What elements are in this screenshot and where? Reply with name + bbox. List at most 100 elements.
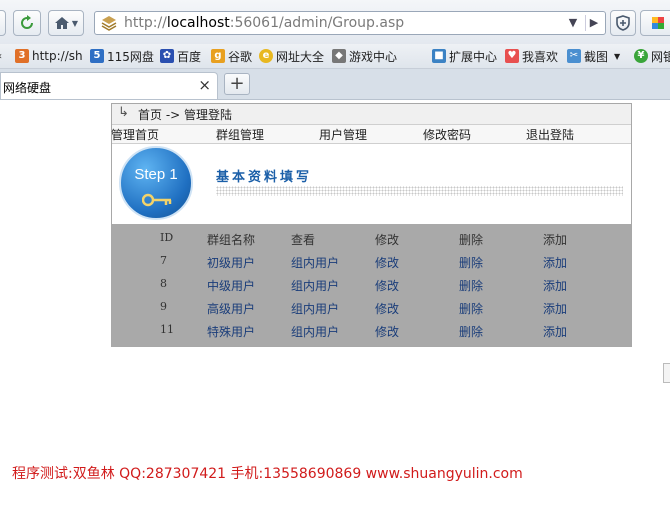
header-id: ID <box>160 231 174 244</box>
new-tab-button[interactable]: + <box>224 73 250 95</box>
dotted-divider <box>216 186 623 196</box>
header-edit: 修改 <box>375 233 400 247</box>
address-bar[interactable]: http://localhost:56061/admin/Group.asp ▼… <box>94 11 606 35</box>
table-row: 11 特殊用户 组内用户 修改 删除 添加 <box>112 320 631 342</box>
delete-link[interactable]: 删除 <box>459 254 483 271</box>
step-title: 基本资料填写 <box>216 170 313 185</box>
edit-link[interactable]: 修改 <box>375 323 399 340</box>
view-members-link[interactable]: 组内用户 <box>291 277 339 294</box>
edit-link[interactable]: 修改 <box>375 277 399 294</box>
bookmark-site-icon: 3 <box>15 49 29 63</box>
bookmark-item-9[interactable]: ✂ 截图 ▼ <box>567 47 620 65</box>
breadcrumb-text: 首页 -> 管理登陆 <box>138 108 233 122</box>
home-icon <box>54 17 69 29</box>
delete-link[interactable]: 删除 <box>459 277 483 294</box>
cell-group-name[interactable]: 中级用户 <box>207 277 255 294</box>
bookmark-label: 115网盘 <box>107 49 154 64</box>
cube-icon: ■ <box>432 49 446 63</box>
tab-active[interactable]: 网络硬盘 × <box>0 72 218 99</box>
globe-icon: e <box>259 49 273 63</box>
edit-link[interactable]: 修改 <box>375 300 399 317</box>
home-button[interactable]: ▼ <box>48 10 84 36</box>
header-add: 添加 <box>543 233 568 247</box>
refresh-button[interactable] <box>13 10 41 36</box>
cell-id: 7 <box>160 254 167 267</box>
google-icon: g <box>211 49 225 63</box>
admin-menu: 管理首页 群组管理 用户管理 修改密码 退出登陆 <box>111 125 631 144</box>
heart-icon: ♥ <box>505 49 519 63</box>
chevron-down-icon: ▼ <box>614 51 621 61</box>
chevron-down-icon: ▼ <box>71 18 79 28</box>
gamepad-icon: ◆ <box>332 49 346 63</box>
url-path: :56061/admin/Group.asp <box>229 15 405 31</box>
return-arrow-icon: ↳ <box>118 105 129 120</box>
bookmark-label: 游戏中心 <box>349 49 398 64</box>
view-members-link[interactable]: 组内用户 <box>291 300 339 317</box>
bookmark-item-7[interactable]: ■ 扩展中心 <box>432 47 497 65</box>
bookmark-item-4[interactable]: g 谷歌 <box>211 47 252 65</box>
delete-link[interactable]: 删除 <box>459 323 483 340</box>
admin-frame: ↳ 首页 -> 管理登陆 管理首页 群组管理 用户管理 修改密码 退出登陆 St… <box>111 103 632 347</box>
url-prefix: http:// <box>124 15 167 31</box>
add-link[interactable]: 添加 <box>543 254 567 271</box>
tab-bar: 网络硬盘 × + <box>0 69 670 100</box>
view-members-link[interactable]: 组内用户 <box>291 254 339 271</box>
side-scroll-handle[interactable] <box>663 363 670 383</box>
cell-group-name[interactable]: 高级用户 <box>207 300 255 317</box>
table-row: 7 初级用户 组内用户 修改 删除 添加 <box>112 251 631 273</box>
bookmark-item-6[interactable]: ◆ 游戏中心 <box>332 47 397 65</box>
header-delete: 删除 <box>459 233 484 247</box>
paw-icon: ✿ <box>160 49 174 63</box>
bookmark-label: 我喜欢 <box>522 49 559 64</box>
bank-icon: ¥ <box>634 49 648 63</box>
menu-item-logout[interactable]: 退出登陆 <box>526 126 574 143</box>
table-header: ID 群组名称 查看 修改 删除 添加 <box>112 228 631 250</box>
header-view: 查看 <box>291 233 316 247</box>
bookmark-item-1[interactable]: 3 http://sh <box>15 47 83 65</box>
url-dropdown-icon[interactable]: ▼ <box>565 15 581 31</box>
close-icon[interactable]: × <box>198 76 211 94</box>
table-row: 9 高级用户 组内用户 修改 删除 添加 <box>112 297 631 319</box>
bookmark-label: 谷歌 <box>228 49 253 64</box>
grid-icon <box>652 17 664 29</box>
extension-button[interactable] <box>640 10 670 36</box>
go-arrow-icon[interactable]: ▶ <box>585 15 602 31</box>
bookmark-label: 网银 <box>651 49 670 64</box>
refresh-icon <box>21 15 33 29</box>
back-button[interactable] <box>0 10 6 36</box>
menu-item-users[interactable]: 用户管理 <box>319 126 367 143</box>
view-members-link[interactable]: 组内用户 <box>291 323 339 340</box>
bookmark-item-2[interactable]: 5 115网盘 <box>90 47 154 65</box>
add-link[interactable]: 添加 <box>543 323 567 340</box>
menu-item-home[interactable]: 管理首页 <box>111 126 159 143</box>
scissors-icon: ✂ <box>567 49 581 63</box>
step-label: Step 1 <box>134 166 178 183</box>
cell-id: 11 <box>160 323 174 336</box>
url-text: http://localhost:56061/admin/Group.asp <box>124 15 404 31</box>
table-row: 8 中级用户 组内用户 修改 删除 添加 <box>112 274 631 296</box>
edit-link[interactable]: 修改 <box>375 254 399 271</box>
bookmark-item-10[interactable]: ¥ 网银 <box>634 47 670 65</box>
menu-item-password[interactable]: 修改密码 <box>423 126 471 143</box>
bookmark-item-8[interactable]: ♥ 我喜欢 <box>505 47 558 65</box>
cell-group-name[interactable]: 特殊用户 <box>207 323 255 340</box>
bookmark-item-5[interactable]: e 网址大全 <box>259 47 324 65</box>
key-icon <box>142 193 172 207</box>
delete-link[interactable]: 删除 <box>459 300 483 317</box>
bookmarks-bar: « 3http://sh 5115网盘 ✿百度 g谷歌 e网址大全 ◆游戏中心 … <box>0 44 670 69</box>
bookmark-more[interactable]: « <box>0 47 2 65</box>
bookmark-label: 百度 <box>177 49 202 64</box>
cell-group-name[interactable]: 初级用户 <box>207 254 255 271</box>
breadcrumb: ↳ 首页 -> 管理登陆 <box>112 104 631 125</box>
menu-item-groups[interactable]: 群组管理 <box>216 126 264 143</box>
footer-credit: 程序测试:双鱼林 QQ:287307421 手机:13558690869 www… <box>12 466 523 482</box>
url-host: localhost <box>166 15 230 31</box>
bookmark-label: 网址大全 <box>276 49 325 64</box>
bookmark-label: 截图 <box>584 49 609 64</box>
add-link[interactable]: 添加 <box>543 300 567 317</box>
shield-button[interactable] <box>610 10 636 36</box>
add-link[interactable]: 添加 <box>543 277 567 294</box>
group-table: ID 群组名称 查看 修改 删除 添加 7 初级用户 组内用户 修改 删除 添加… <box>112 224 631 346</box>
bookmark-item-3[interactable]: ✿ 百度 <box>160 47 201 65</box>
cell-id: 9 <box>160 300 167 313</box>
